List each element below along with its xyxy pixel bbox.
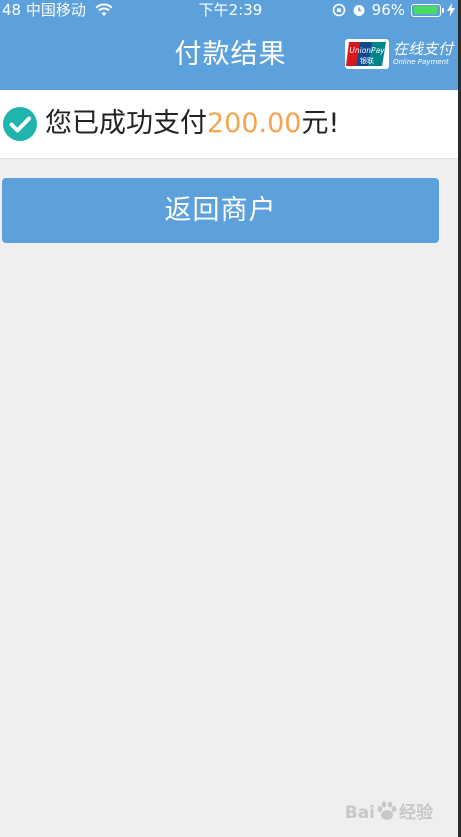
watermark-text-right: 经验 bbox=[399, 803, 433, 823]
payment-amount: 200.00 bbox=[207, 108, 302, 139]
charging-bolt-icon bbox=[447, 3, 455, 17]
battery-percent: 96% bbox=[371, 1, 405, 19]
payment-success-message: 您已成功支付200.00元! bbox=[45, 104, 339, 144]
svg-text:UnionPay: UnionPay bbox=[349, 46, 385, 55]
header-bar: 48 中国移动 下午2:39 96% 付款结果 UnionPay 银联 在线支付… bbox=[0, 0, 461, 90]
battery-fill bbox=[413, 6, 437, 14]
paw-icon bbox=[377, 801, 397, 820]
unionpay-cn-label: 在线支付 bbox=[392, 40, 453, 58]
return-to-merchant-button[interactable]: 返回商户 bbox=[2, 178, 439, 243]
unionpay-logo-icon: UnionPay 银联 bbox=[344, 39, 389, 69]
payment-result-screen: 48 中国移动 下午2:39 96% 付款结果 UnionPay 银联 在线支付… bbox=[0, 0, 461, 837]
payment-result-row: 您已成功支付200.00元! bbox=[0, 90, 461, 159]
status-bar: 48 中国移动 下午2:39 96% bbox=[0, 0, 461, 20]
battery-icon bbox=[411, 3, 444, 17]
watermark-text-left: Bai bbox=[344, 803, 375, 823]
message-suffix: 元! bbox=[301, 108, 340, 139]
baidu-watermark: Bai 经验 bbox=[345, 798, 433, 823]
success-check-icon bbox=[3, 107, 37, 141]
rotation-lock-icon bbox=[332, 3, 345, 17]
message-prefix: 您已成功支付 bbox=[45, 108, 207, 139]
svg-text:银联: 银联 bbox=[360, 56, 374, 65]
unionpay-brand: UnionPay 银联 在线支付 Online Payment bbox=[344, 39, 453, 69]
alarm-icon bbox=[353, 5, 365, 16]
unionpay-en-label: Online Payment bbox=[392, 58, 449, 66]
status-right: 96% bbox=[332, 0, 455, 20]
unionpay-text: 在线支付 Online Payment bbox=[393, 42, 453, 66]
